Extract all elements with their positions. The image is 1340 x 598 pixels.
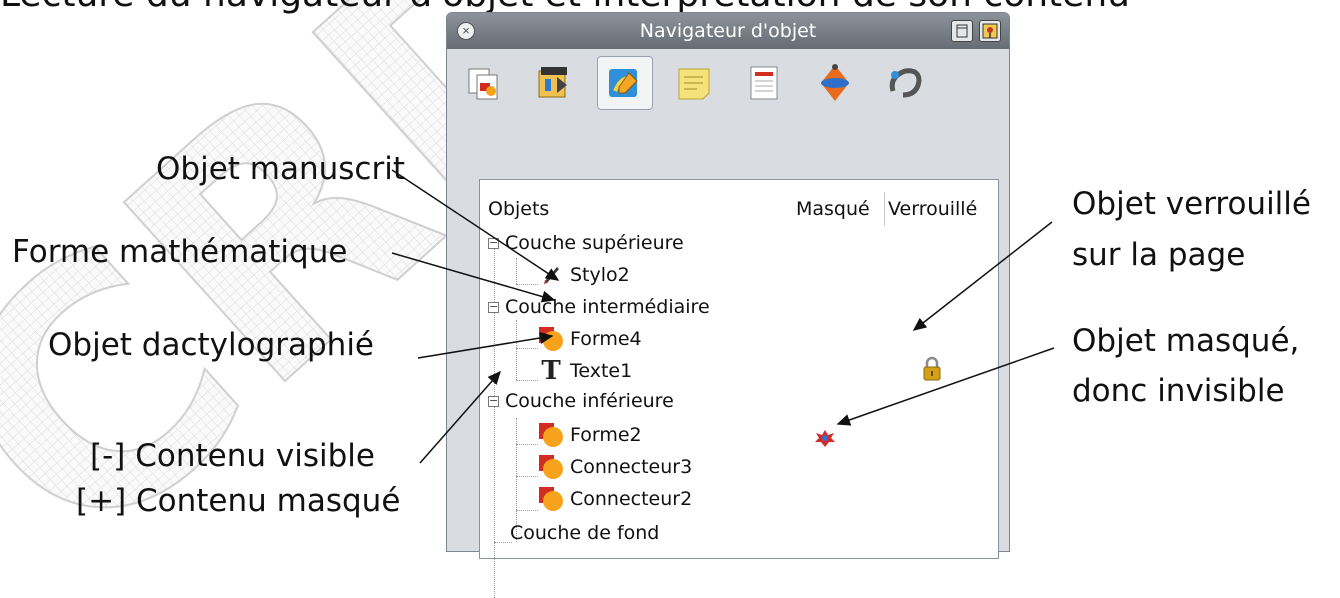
tree-row-layer[interactable]: − Couche intermédiaire — [488, 292, 710, 322]
shape-icon — [538, 454, 564, 480]
title-bar[interactable]: × Navigateur d'objet — [447, 13, 1009, 49]
label-objet-verrouille: Objet verrouillé — [1072, 186, 1311, 222]
lock-icon[interactable] — [922, 356, 942, 387]
label-objet-masque: Objet masqué, — [1072, 323, 1300, 359]
tree-item-label: Forme2 — [570, 424, 642, 446]
tools-icon[interactable] — [877, 56, 933, 110]
label-contenu-masque: [+] Contenu masqué — [76, 483, 401, 519]
tree-row-layer[interactable]: − Couche inférieure — [488, 386, 674, 416]
tree-row-object[interactable]: Connecteur2 — [538, 484, 692, 514]
tree-item-label: Stylo2 — [570, 264, 630, 286]
tree-row-object[interactable]: Forme2 — [538, 420, 642, 450]
tree-item-label: Couche intermédiaire — [505, 296, 710, 318]
notes-icon[interactable] — [667, 56, 723, 110]
text-icon: T — [541, 356, 561, 386]
tree-item-label: Texte1 — [570, 360, 633, 382]
label-contenu-visible: [-] Contenu visible — [90, 438, 375, 474]
window-title: Navigateur d'objet — [639, 20, 817, 42]
column-divider — [884, 192, 885, 226]
collapse-icon[interactable]: − — [488, 237, 499, 249]
column-header-objets[interactable]: Objets — [488, 198, 549, 220]
collapse-icon[interactable]: − — [488, 395, 499, 407]
label-objet-dactylographie: Objet dactylographié — [48, 327, 374, 363]
collapse-icon[interactable]: − — [488, 301, 499, 313]
column-header-masque[interactable]: Masqué — [796, 198, 870, 220]
tree-line — [516, 444, 538, 445]
tree-item-label: Couche inférieure — [505, 390, 674, 412]
tree-row-layer[interactable]: Couche de fond — [510, 518, 659, 548]
tree-line — [516, 348, 538, 349]
tree-row-object[interactable]: Stylo2 — [538, 260, 630, 290]
object-navigator-window: × Navigateur d'objet Objets Masqué Verro… — [446, 12, 1010, 598]
tree-line — [516, 320, 517, 380]
tree-line — [516, 380, 538, 381]
tree-item-label: Forme4 — [570, 328, 642, 350]
page-sorter-icon[interactable] — [457, 56, 513, 110]
tree-item-label: Couche supérieure — [505, 232, 684, 254]
tree-row-layer[interactable]: − Couche supérieure — [488, 228, 684, 258]
tree-item-label: Connecteur3 — [570, 456, 693, 478]
tree-line — [516, 258, 517, 284]
object-navigator-icon[interactable] — [597, 56, 653, 110]
hidden-icon[interactable] — [814, 428, 836, 453]
tree-line — [516, 510, 538, 511]
pin-icon[interactable] — [979, 20, 1001, 42]
label-donc-invisible: donc invisible — [1072, 373, 1285, 409]
tree-item-label: Connecteur2 — [570, 488, 693, 510]
shape-icon — [538, 422, 564, 448]
tree-line — [516, 284, 538, 285]
label-forme-mathematique: Forme mathématique — [12, 234, 348, 270]
properties-icon[interactable] — [737, 56, 793, 110]
restore-icon[interactable] — [951, 20, 973, 42]
tree-row-object[interactable]: T Texte1 — [538, 356, 632, 386]
objects-tree-panel: Objets Masqué Verrouillé − Couche supéri… — [479, 179, 999, 598]
shape-icon — [538, 326, 564, 352]
gadgets-icon[interactable] — [807, 56, 863, 110]
label-sur-la-page: sur la page — [1072, 237, 1246, 273]
label-objet-manuscrit: Objet manuscrit — [156, 151, 405, 187]
tree-line — [516, 476, 538, 477]
navigator-toolbar — [457, 53, 933, 113]
tree-row-object[interactable]: Connecteur3 — [538, 452, 692, 482]
tree-row-object[interactable]: Forme4 — [538, 324, 642, 354]
column-header-verrouille[interactable]: Verrouillé — [888, 198, 977, 220]
attachments-icon[interactable] — [527, 56, 583, 110]
tree-item-label: Couche de fond — [510, 522, 660, 544]
shape-icon — [538, 486, 564, 512]
pen-icon — [538, 262, 564, 288]
